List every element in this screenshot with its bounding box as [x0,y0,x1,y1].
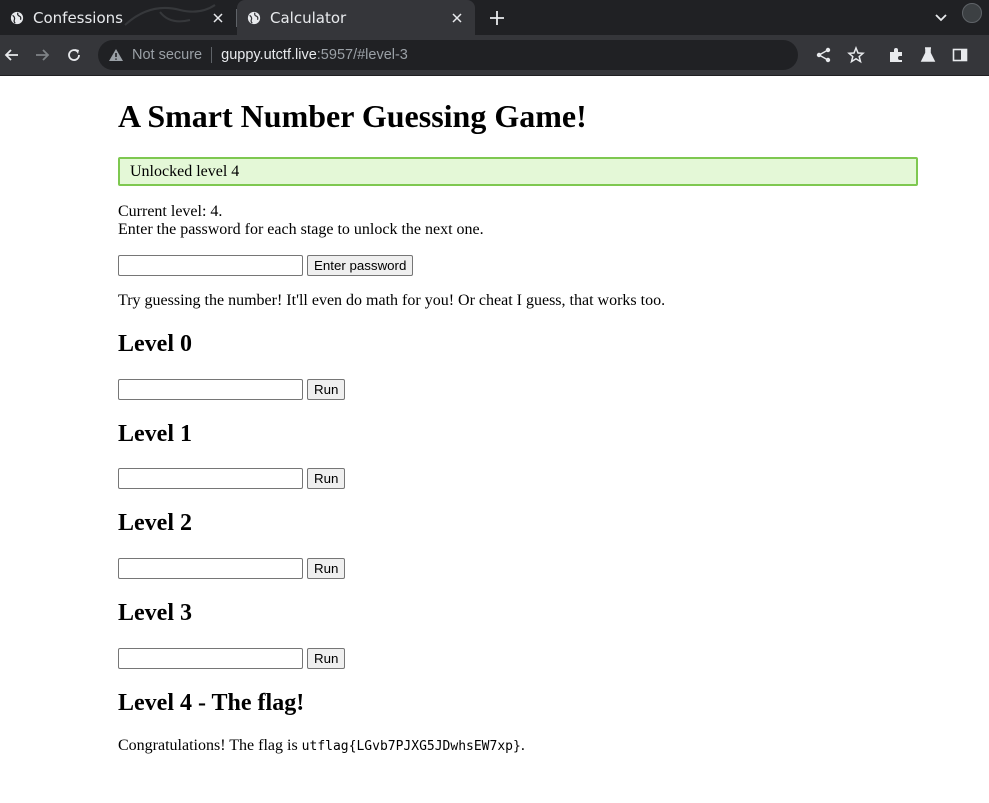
level-3-heading: Level 3 [118,600,192,626]
tab-confessions[interactable]: Confessions [0,0,236,35]
warning-triangle-icon[interactable] [108,47,124,63]
flag-heading: Level 4 - The flag! [118,690,305,716]
level-0-run-button[interactable]: Run [307,379,346,400]
reload-icon[interactable] [65,46,83,64]
tab-strip: Confessions Calculator [0,0,989,35]
tab-calculator[interactable]: Calculator [237,0,475,35]
level-3-input[interactable] [118,648,303,669]
window-control-dot[interactable] [962,3,982,23]
password-row: Enter password [118,255,414,276]
level-1-row: Run [118,468,346,489]
address-divider [211,47,213,63]
current-level-text: Current level: 4. [118,203,223,220]
security-label[interactable]: Not secure [132,47,202,63]
close-icon[interactable] [449,10,465,26]
browser-toolbar: Not secure guppy.utctf.live:5957/#level-… [0,35,989,76]
congrats-suffix: . [520,737,525,754]
success-alert: Unlocked level 4 [118,157,918,186]
level-1-heading: Level 1 [118,421,192,447]
level-3-row: Run [118,648,346,669]
level-2-heading: Level 2 [118,510,192,536]
level-0-row: Run [118,379,346,400]
plus-icon[interactable] [488,9,506,27]
flask-icon[interactable] [919,46,937,64]
level-0-input[interactable] [118,379,303,400]
hint-text: Try guessing the number! It'll even do m… [118,292,666,309]
congratulations-text: Congratulations! The flag is utflag{LGvb… [118,737,525,755]
share-icon[interactable] [815,46,833,64]
globe-icon [10,11,24,24]
tab-title: Calculator [270,8,347,27]
page-title: A Smart Number Guessing Game! [118,98,587,134]
close-icon[interactable] [210,10,226,26]
level-1-run-button[interactable]: Run [307,468,346,489]
chevron-down-icon[interactable] [934,11,948,25]
congrats-prefix: Congratulations! The flag is [118,737,302,754]
side-panel-icon[interactable] [951,46,969,64]
puzzle-icon[interactable] [887,46,905,64]
level-1-input[interactable] [118,468,303,489]
level-2-row: Run [118,558,346,579]
level-info: Current level: 4. Enter the password for… [118,203,484,239]
address-bar[interactable]: Not secure guppy.utctf.live:5957/#level-… [98,40,798,70]
flag-value: utflag{LGvb7PJXG5JDwhsEW7xp} [301,739,521,754]
globe-icon [247,11,261,24]
level-2-run-button[interactable]: Run [307,558,346,579]
level-3-run-button[interactable]: Run [307,648,346,669]
url-host: guppy.utctf.live [221,47,317,63]
instruction-text: Enter the password for each stage to unl… [118,221,484,238]
enter-password-button[interactable]: Enter password [307,255,414,276]
tab-title: Confessions [33,8,123,27]
level-2-input[interactable] [118,558,303,579]
forward-arrow-icon[interactable] [33,46,51,64]
password-input[interactable] [118,255,303,276]
url-path: :5957/#level-3 [316,47,408,63]
level-0-heading: Level 0 [118,331,192,357]
back-arrow-icon[interactable] [3,46,21,64]
star-icon[interactable] [847,46,865,64]
